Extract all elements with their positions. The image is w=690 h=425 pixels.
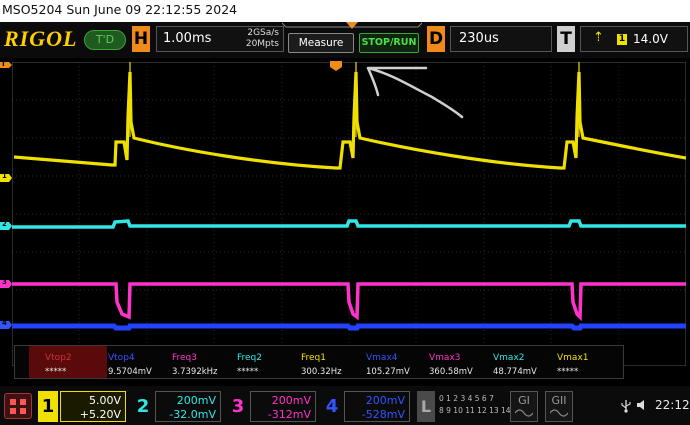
ch1-offset: +5.20V — [79, 408, 121, 421]
ch3-scale: 200mV — [271, 394, 311, 407]
ch4-scale: 200mV — [365, 394, 405, 407]
trigger-source: 1 — [617, 34, 627, 45]
generator-1-button[interactable]: GI — [510, 391, 538, 422]
measure-button[interactable]: Measure — [288, 33, 354, 53]
ch2-offset: -32.0mV — [169, 408, 216, 421]
measure-item-freq1[interactable]: Freq1 300.32Hz — [301, 346, 365, 378]
speaker-icon[interactable] — [636, 398, 648, 412]
sample-rate: 2GSa/s — [247, 28, 279, 38]
rigol-logo: RIGOL — [4, 26, 78, 51]
graticule — [12, 62, 686, 366]
delay-key[interactable]: D — [427, 26, 445, 52]
measure-item-vmax1[interactable]: Vmax1 ***** — [557, 346, 619, 378]
ch1-scale: 5.00V — [88, 394, 121, 407]
ch4-offset: -528mV — [361, 408, 405, 421]
sine-wave-icon — [515, 409, 533, 417]
measure-item-vmax3[interactable]: Vmax3 360.58mV — [429, 346, 493, 378]
ch3-waveform — [12, 282, 686, 322]
trigger-marker-label: T — [1, 60, 6, 68]
ch4-marker-label: 4 — [2, 319, 7, 327]
measurement-panel: Vtop2 ***** Vtop4 9.5704mV Freq3 3.7392k… — [14, 345, 624, 379]
timebase-value: 1.00ms — [163, 31, 212, 46]
measure-item-vtop4[interactable]: Vtop4 9.5704mV — [108, 346, 172, 378]
trigger-time-marker[interactable] — [330, 61, 342, 71]
ch2-marker-label: 2 — [2, 220, 7, 228]
top-toolbar: RIGOL T'D H 1.00ms 2GSa/s 20Mpts Measure… — [0, 22, 690, 58]
ch4-waveform — [12, 323, 686, 331]
measure-item-freq3[interactable]: Freq3 3.7392kHz — [172, 346, 236, 378]
memory-depth: 20Mpts — [245, 39, 279, 49]
measure-item-vtop2[interactable]: Vtop2 ***** — [29, 346, 107, 378]
stop-run-button[interactable]: STOP/RUN — [359, 33, 419, 53]
ch2-scale: 200mV — [176, 394, 216, 407]
annotation-arrow — [366, 66, 464, 119]
trigger-position-bar — [282, 22, 422, 29]
ch1-waveform — [13, 71, 686, 170]
generator-2-button[interactable]: GII — [545, 391, 573, 422]
horizontal-settings[interactable]: 1.00ms 2GSa/s 20Mpts — [156, 26, 284, 52]
os-title-line: MSO5204 Sun June 09 22:12:55 2024 — [0, 0, 690, 22]
ch3-offset: -312mV — [267, 408, 311, 421]
rising-edge-icon: ⇡ — [593, 30, 604, 45]
trigger-key[interactable]: T — [557, 26, 575, 52]
waveform-area[interactable] — [12, 62, 686, 366]
measure-item-vmax4[interactable]: Vmax4 105.27mV — [366, 346, 430, 378]
horizontal-key[interactable]: H — [132, 26, 150, 52]
oscilloscope-screen: RIGOL T'D H 1.00ms 2GSa/s 20Mpts Measure… — [0, 22, 690, 425]
delay-value: 230us — [459, 31, 499, 46]
usb-icon — [621, 400, 631, 413]
trigger-level: 14.0V — [633, 32, 668, 46]
measure-item-vmax2[interactable]: Vmax2 48.774mV — [493, 346, 557, 378]
acquisition-info: 2GSa/s 20Mpts — [246, 28, 279, 50]
ch3-marker-label: 3 — [2, 278, 7, 286]
logic-analyzer-key[interactable]: L — [417, 391, 435, 422]
measure-item-freq2[interactable]: Freq2 ***** — [237, 346, 301, 378]
system-clock: 22:12 — [655, 398, 690, 412]
trigger-settings[interactable]: ⇡ 1 14.0V — [580, 26, 688, 52]
ch1-marker-label: 1 — [2, 172, 7, 180]
home-menu-icon[interactable] — [4, 393, 32, 419]
trigger-position-icon — [346, 22, 358, 29]
delay-settings[interactable]: 230us — [450, 26, 552, 52]
trigger-status-badge[interactable]: T'D — [84, 30, 126, 50]
bottom-toolbar: 1 5.00V +5.20V 2 200mV -32.0mV 3 200mV -… — [0, 386, 690, 425]
sine-wave-icon — [550, 409, 568, 417]
device-title: MSO5204 Sun June 09 22:12:55 2024 — [2, 2, 238, 17]
